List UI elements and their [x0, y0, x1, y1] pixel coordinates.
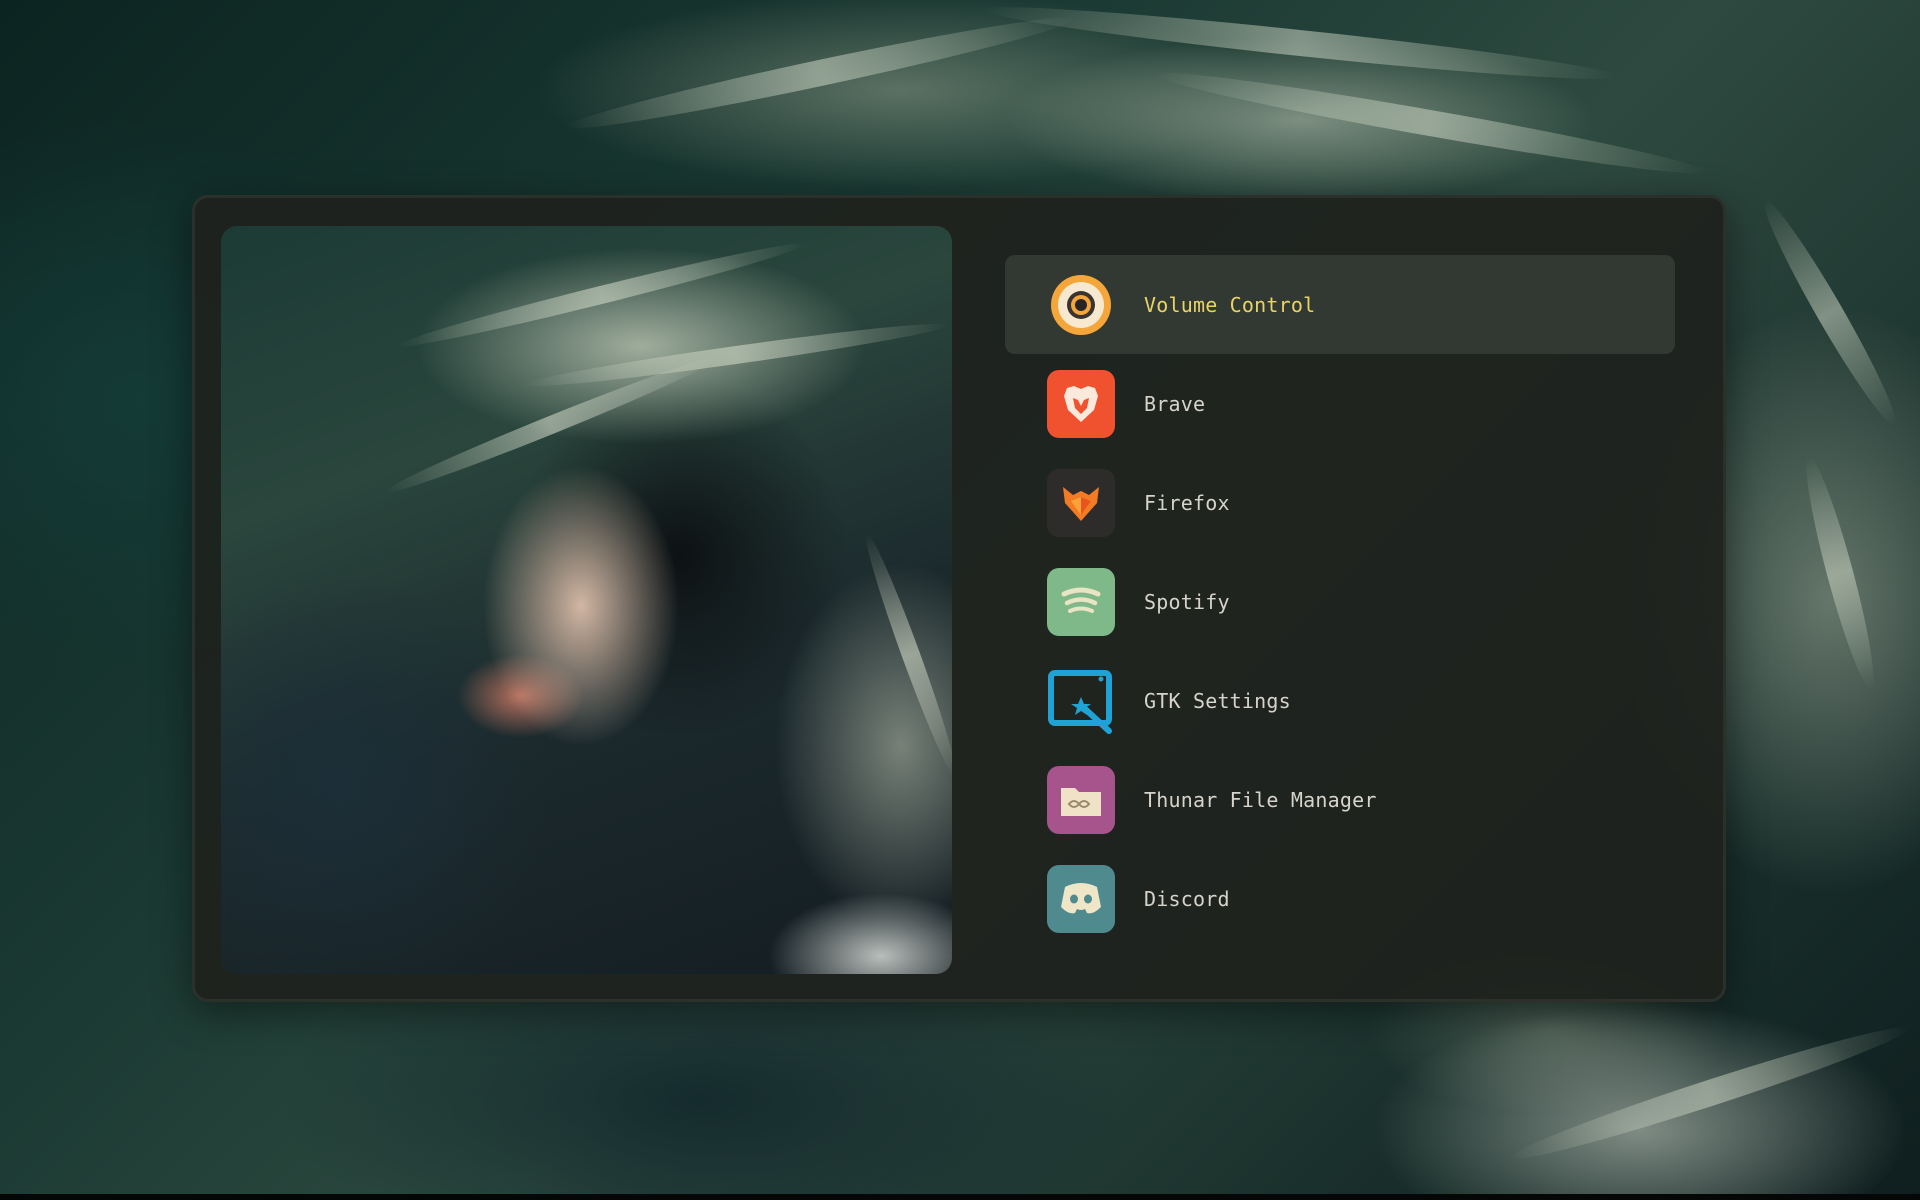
- preview-leaf: [521, 316, 951, 394]
- spotify-icon: [1047, 567, 1115, 636]
- volume-control-icon: [1047, 271, 1115, 339]
- wallpaper-leaf: [562, 6, 1078, 140]
- app-label: Brave: [1144, 391, 1206, 416]
- preview-leaf: [858, 529, 952, 781]
- app-item-discord[interactable]: Discord: [1005, 849, 1675, 948]
- app-item-brave[interactable]: Brave: [1005, 354, 1675, 453]
- app-item-volume-control[interactable]: Volume Control: [1005, 255, 1675, 354]
- app-label: Firefox: [1144, 490, 1230, 515]
- launcher-preview-image: [221, 226, 952, 974]
- gtk-settings-icon: [1047, 667, 1115, 735]
- brave-icon: [1047, 369, 1115, 438]
- app-item-gtk-settings[interactable]: GTK Settings: [1005, 651, 1675, 750]
- thunar-icon: [1047, 765, 1115, 834]
- app-item-firefox[interactable]: Firefox: [1005, 453, 1675, 552]
- app-label: Spotify: [1144, 589, 1230, 614]
- app-label: Discord: [1144, 886, 1230, 911]
- preview-leaf: [380, 349, 722, 501]
- wallpaper-leaf: [1151, 61, 1709, 185]
- app-list: Volume Control Brave Firefox Spotify GTK…: [1005, 255, 1675, 948]
- wallpaper-leaf: [1753, 193, 1907, 433]
- app-label: Thunar File Manager: [1144, 787, 1377, 812]
- app-label: GTK Settings: [1144, 688, 1291, 713]
- wallpaper-leaf: [1506, 1015, 1914, 1171]
- screen-bottom-edge: [0, 1194, 1920, 1200]
- firefox-icon: [1047, 468, 1115, 537]
- app-launcher: Volume Control Brave Firefox Spotify GTK…: [192, 195, 1726, 1002]
- preview-leaf: [395, 235, 807, 355]
- app-item-thunar[interactable]: Thunar File Manager: [1005, 750, 1675, 849]
- app-item-spotify[interactable]: Spotify: [1005, 552, 1675, 651]
- wallpaper-leaf: [980, 0, 1620, 90]
- app-label: Volume Control: [1144, 292, 1316, 317]
- wallpaper-leaf: [1796, 453, 1884, 693]
- discord-icon: [1047, 864, 1115, 933]
